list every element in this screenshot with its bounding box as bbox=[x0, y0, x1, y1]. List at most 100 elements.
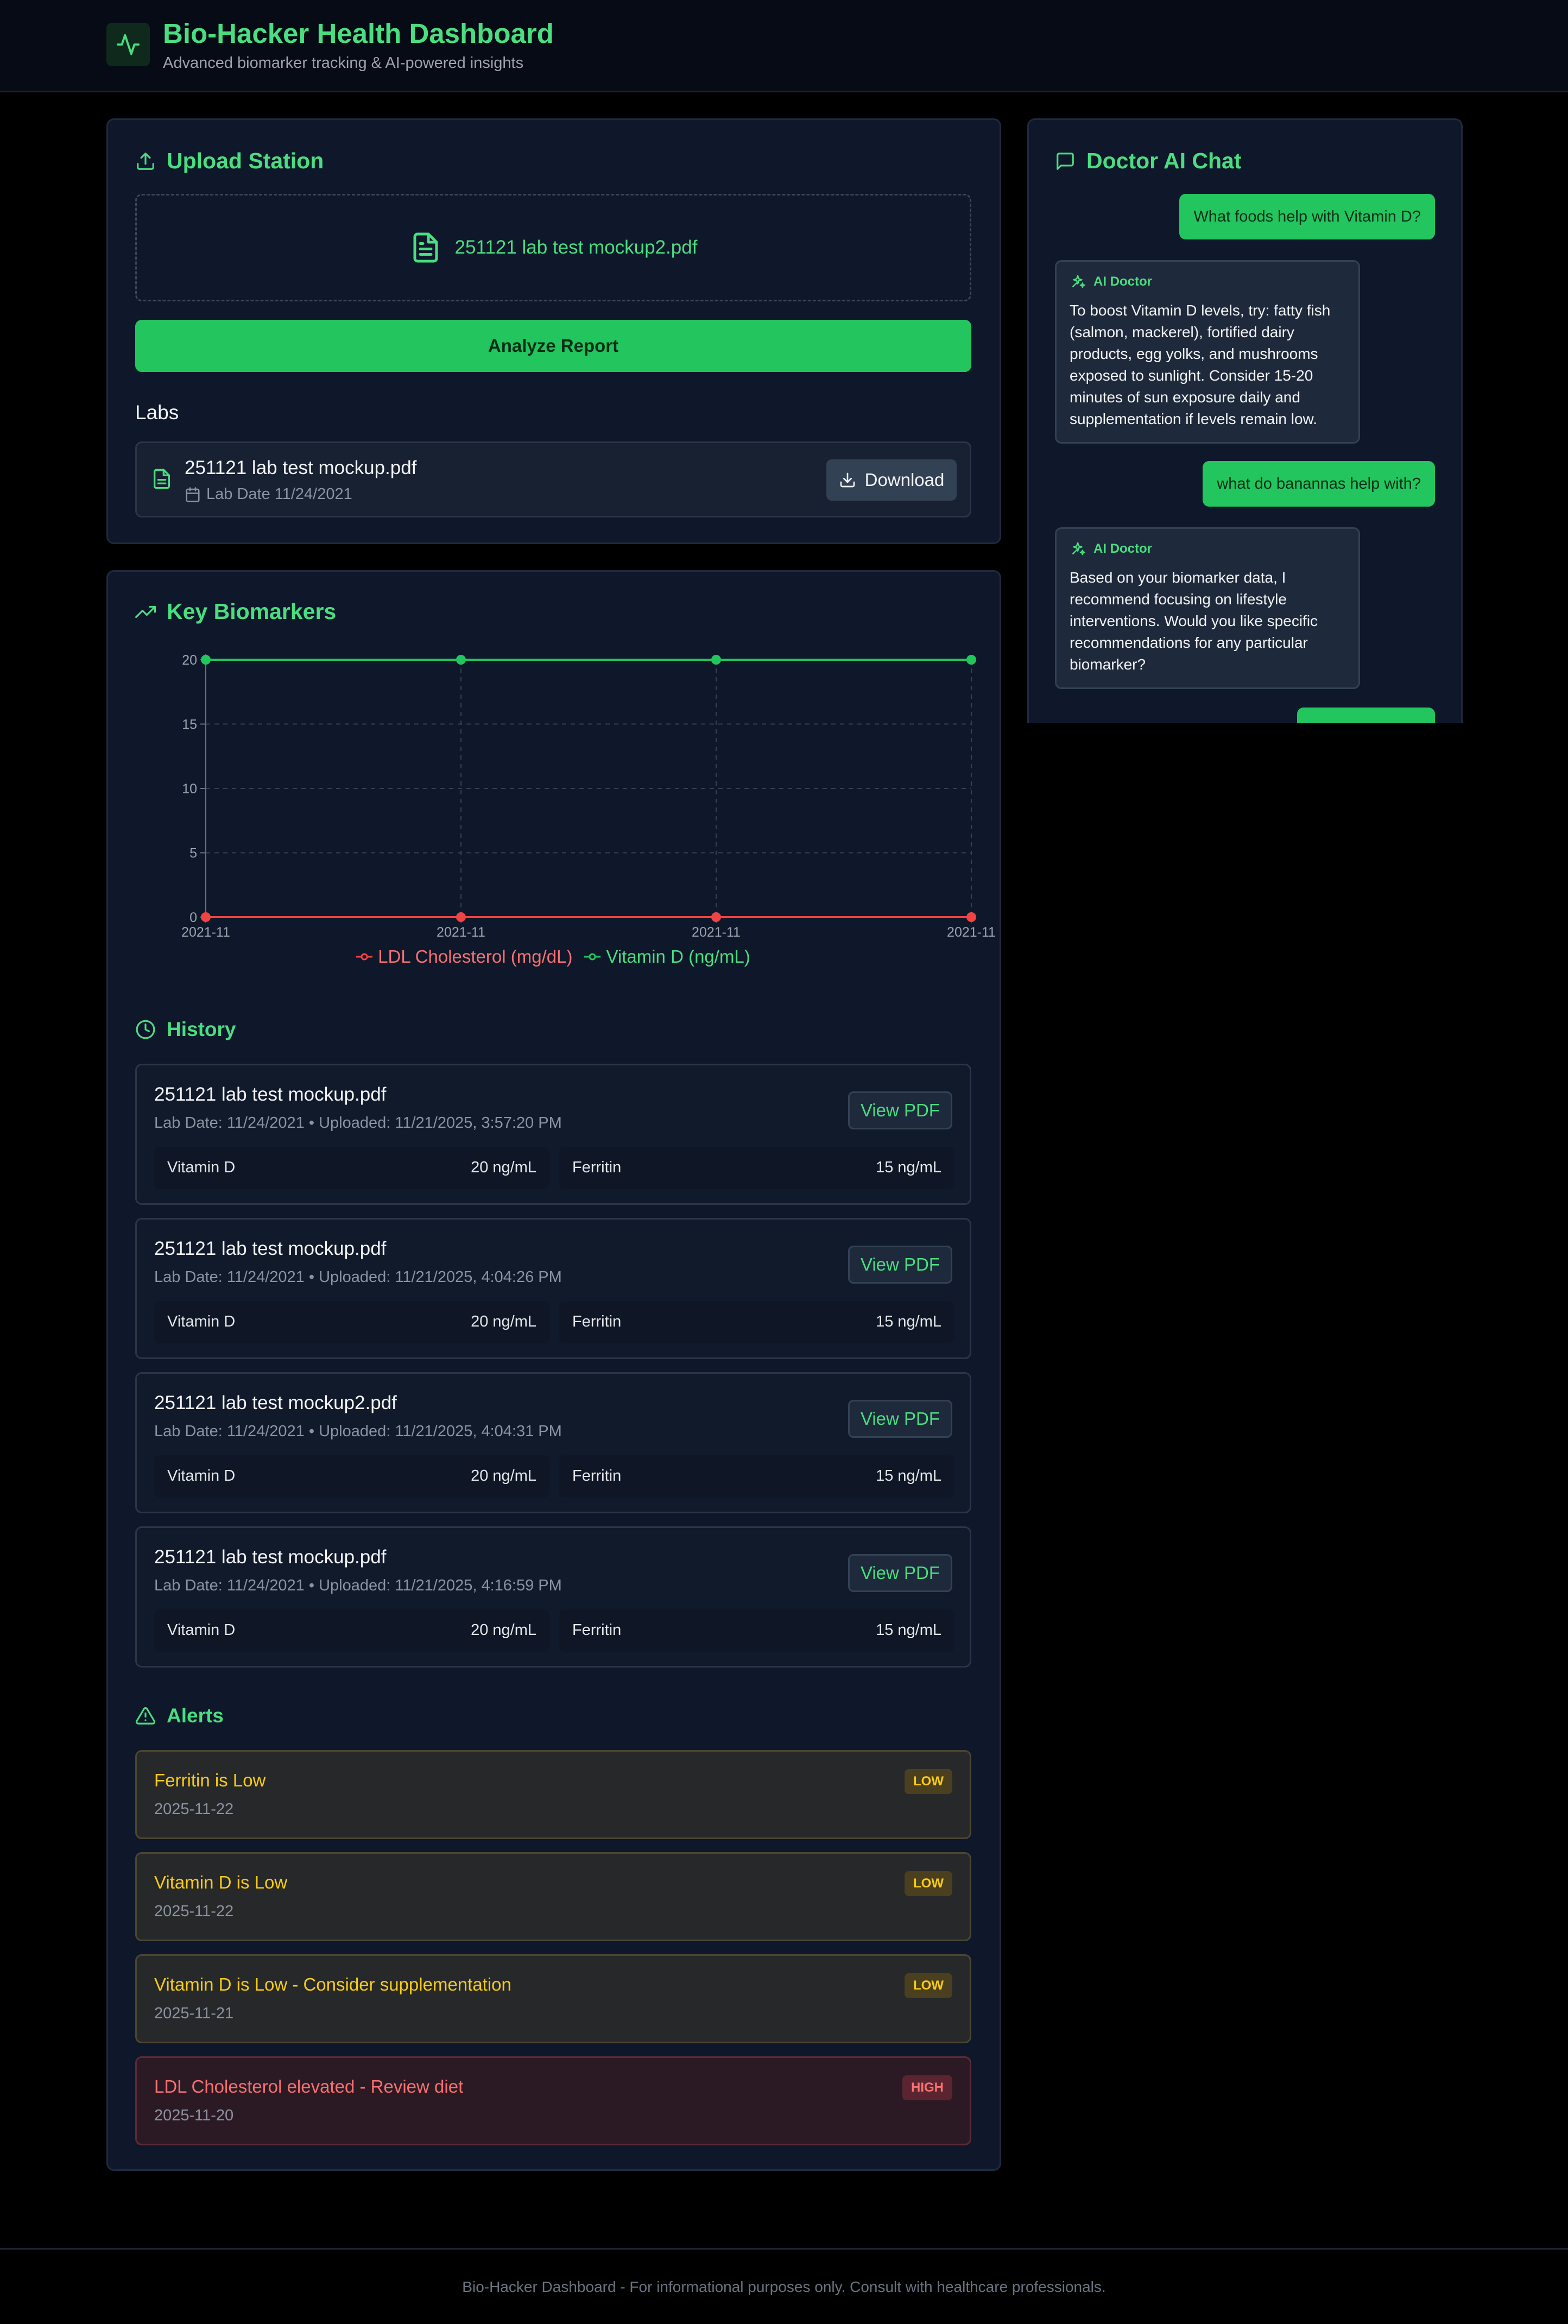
alert-date: 2025-11-20 bbox=[154, 2107, 234, 2124]
biomarker-line-chart: 0 5 10 15 20 2021-11 2021-11 2021-11 2021-11 bbox=[181, 653, 996, 940]
metric-value: 15 ng/mL bbox=[876, 1467, 941, 1485]
history-file-name: 251121 lab test mockup.pdf bbox=[154, 1238, 387, 1259]
labs-heading: Labs bbox=[135, 401, 179, 424]
history-meta: Lab Date: 11/24/2021 • Uploaded: 11/21/2… bbox=[154, 1114, 562, 1132]
x-tick-label: 2021-11 bbox=[437, 925, 485, 940]
download-label: Download bbox=[864, 470, 945, 490]
download-button[interactable]: Download bbox=[826, 459, 957, 501]
history-title: History bbox=[167, 1018, 236, 1040]
legend-line-icon bbox=[584, 953, 601, 961]
lab-file-name: 251121 lab test mockup.pdf bbox=[185, 457, 417, 478]
file-dropzone[interactable]: 251121 lab test mockup2.pdf bbox=[135, 194, 971, 301]
analyze-report-button[interactable]: Analyze Report bbox=[135, 320, 971, 372]
selected-file-name: 251121 lab test mockup2.pdf bbox=[454, 237, 698, 258]
y-tick-label: 5 bbox=[189, 846, 197, 861]
ai-doctor-label: AI Doctor bbox=[1070, 541, 1345, 557]
data-point bbox=[201, 655, 211, 665]
doctor-ai-chat-card: Doctor AI Chat What foods help with Vita… bbox=[1027, 118, 1463, 723]
alert-item: Vitamin D is Low - Consider supplementat… bbox=[135, 1954, 971, 2043]
metric-value: 20 ng/mL bbox=[471, 1621, 536, 1639]
legend-line-icon bbox=[356, 953, 373, 961]
activity-pulse-icon bbox=[106, 23, 150, 66]
upload-icon bbox=[135, 151, 156, 172]
ai-label-text: AI Doctor bbox=[1093, 541, 1152, 556]
history-heading: History bbox=[135, 1018, 236, 1041]
key-biomarkers-title: Key Biomarkers bbox=[167, 599, 337, 624]
clock-icon bbox=[135, 1019, 156, 1040]
history-file-name: 251121 lab test mockup2.pdf bbox=[154, 1392, 397, 1413]
metric-name: Vitamin D bbox=[167, 1467, 236, 1485]
data-point bbox=[966, 655, 976, 665]
metric-cell: Ferritin 15 ng/mL bbox=[559, 1455, 954, 1498]
severity-badge: LOW bbox=[905, 1973, 952, 1998]
view-pdf-button[interactable]: View PDF bbox=[848, 1400, 952, 1438]
data-point bbox=[456, 655, 466, 665]
legend-item[interactable]: LDL Cholesterol (mg/dL) bbox=[356, 946, 572, 967]
alert-title: LDL Cholesterol elevated - Review diet bbox=[154, 2076, 464, 2096]
chart-legend: LDL Cholesterol (mg/dL) Vitamin D (ng/mL) bbox=[108, 946, 998, 967]
alert-date: 2025-11-22 bbox=[154, 1801, 234, 1818]
user-message: What foods help with Vitamin D? bbox=[1179, 194, 1435, 239]
file-text-icon bbox=[151, 468, 173, 490]
legend-item[interactable]: Vitamin D (ng/mL) bbox=[584, 946, 750, 967]
x-tick-label: 2021-11 bbox=[947, 925, 996, 940]
key-biomarkers-heading: Key Biomarkers bbox=[135, 599, 336, 624]
alert-title: Vitamin D is Low - Consider supplementat… bbox=[154, 1974, 511, 1994]
data-point bbox=[456, 912, 466, 922]
metric-cell: Vitamin D 20 ng/mL bbox=[154, 1301, 549, 1343]
y-tick-label: 15 bbox=[182, 717, 197, 732]
chat-title: Doctor AI Chat bbox=[1086, 148, 1242, 173]
x-tick-label: 2021-11 bbox=[692, 925, 741, 940]
x-tick-label: 2021-11 bbox=[181, 925, 230, 940]
metric-value: 20 ng/mL bbox=[471, 1313, 536, 1330]
sparkles-icon bbox=[1070, 541, 1086, 557]
metric-value: 20 ng/mL bbox=[471, 1159, 536, 1176]
metric-cell: Ferritin 15 ng/mL bbox=[559, 1609, 954, 1652]
alert-triangle-icon bbox=[135, 1706, 156, 1726]
metric-name: Ferritin bbox=[572, 1159, 622, 1176]
user-message bbox=[1297, 708, 1435, 723]
alert-item: LDL Cholesterol elevated - Review diet 2… bbox=[135, 2056, 971, 2145]
history-item: 251121 lab test mockup.pdf Lab Date: 11/… bbox=[135, 1526, 971, 1668]
history-meta: Lab Date: 11/24/2021 • Uploaded: 11/21/2… bbox=[154, 1577, 562, 1594]
data-point bbox=[201, 912, 211, 922]
view-pdf-button[interactable]: View PDF bbox=[848, 1091, 952, 1129]
metric-value: 15 ng/mL bbox=[876, 1313, 941, 1330]
history-file-name: 251121 lab test mockup.pdf bbox=[154, 1546, 387, 1568]
history-file-name: 251121 lab test mockup.pdf bbox=[154, 1084, 387, 1105]
alert-item: Vitamin D is Low 2025-11-22 LOW bbox=[135, 1852, 971, 1941]
file-text-icon bbox=[409, 231, 442, 264]
alerts-title: Alerts bbox=[167, 1704, 224, 1727]
metric-value: 20 ng/mL bbox=[471, 1467, 536, 1485]
ai-label-text: AI Doctor bbox=[1093, 274, 1152, 289]
lab-date-text: Lab Date 11/24/2021 bbox=[206, 485, 352, 503]
metric-cell: Vitamin D 20 ng/mL bbox=[154, 1147, 549, 1189]
alert-title: Vitamin D is Low bbox=[154, 1872, 288, 1892]
history-item: 251121 lab test mockup2.pdf Lab Date: 11… bbox=[135, 1372, 971, 1513]
ai-message-text: To boost Vitamin D levels, try: fatty fi… bbox=[1070, 302, 1331, 427]
user-message-text: What foods help with Vitamin D? bbox=[1193, 207, 1421, 225]
upload-station-title: Upload Station bbox=[167, 148, 324, 173]
severity-badge: LOW bbox=[905, 1769, 952, 1794]
view-pdf-button[interactable]: View PDF bbox=[848, 1246, 952, 1284]
metric-cell: Ferritin 15 ng/mL bbox=[559, 1147, 954, 1189]
history-meta: Lab Date: 11/24/2021 • Uploaded: 11/21/2… bbox=[154, 1423, 562, 1440]
lab-row: 251121 lab test mockup.pdf Lab Date 11/2… bbox=[135, 441, 971, 517]
ai-doctor-label: AI Doctor bbox=[1070, 274, 1345, 290]
upload-station-heading: Upload Station bbox=[135, 148, 324, 174]
alert-item: Ferritin is Low 2025-11-22 LOW bbox=[135, 1750, 971, 1839]
footer-disclaimer: Bio-Hacker Dashboard - For informational… bbox=[462, 2278, 1106, 2295]
footer: Bio-Hacker Dashboard - For informational… bbox=[0, 2248, 1568, 2324]
app-header: Bio-Hacker Health Dashboard Advanced bio… bbox=[0, 0, 1568, 92]
history-item: 251121 lab test mockup.pdf Lab Date: 11/… bbox=[135, 1218, 971, 1359]
metric-name: Ferritin bbox=[572, 1313, 622, 1330]
y-tick-label: 20 bbox=[182, 653, 197, 668]
data-point bbox=[711, 912, 721, 922]
legend-label: Vitamin D (ng/mL) bbox=[606, 946, 750, 967]
view-pdf-button[interactable]: View PDF bbox=[848, 1554, 952, 1592]
message-square-icon bbox=[1055, 151, 1076, 172]
data-point bbox=[966, 912, 976, 922]
alerts-heading: Alerts bbox=[135, 1704, 224, 1727]
metric-name: Ferritin bbox=[572, 1621, 622, 1639]
y-tick-label: 10 bbox=[182, 781, 197, 797]
